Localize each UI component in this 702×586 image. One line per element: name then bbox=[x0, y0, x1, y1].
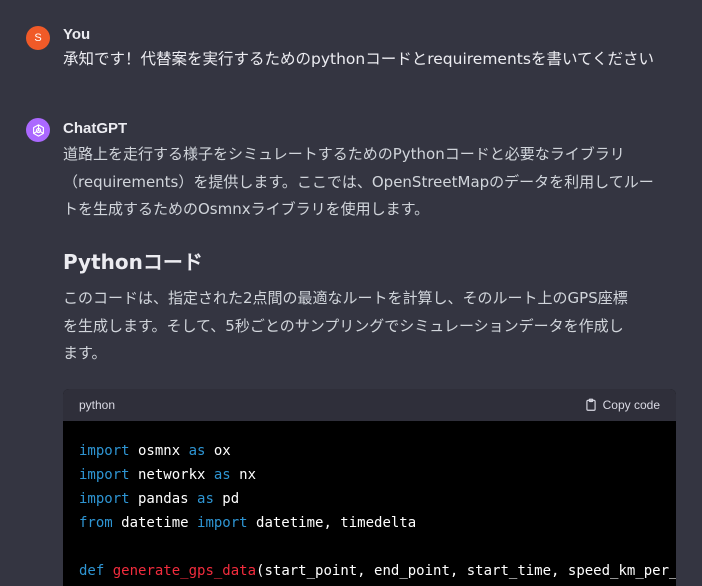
code-block-header: python Copy code bbox=[63, 389, 676, 421]
code-text: datetime, timedelta bbox=[247, 515, 417, 531]
code-keyword: import bbox=[197, 515, 248, 531]
chat-page: S You 承知です！代替案を実行するためのpythonコードとrequirem… bbox=[0, 0, 702, 586]
copy-code-button[interactable]: Copy code bbox=[584, 398, 660, 412]
code-keyword: import bbox=[79, 467, 130, 483]
openai-logo-icon bbox=[32, 123, 44, 137]
code-line: import pandas as pd bbox=[79, 487, 660, 511]
code-text: (start_point, end_point, start_time, spe… bbox=[256, 563, 676, 579]
assistant-intro-line: 道路上を走行する様子をシミュレートするためのPythonコードと必要なライブラリ bbox=[63, 145, 625, 163]
chatgpt-avatar bbox=[26, 118, 50, 142]
code-text: ox bbox=[205, 443, 231, 459]
code-line: import osmnx as ox bbox=[79, 439, 660, 463]
user-avatar: S bbox=[26, 26, 50, 50]
section-heading: Pythonコード bbox=[63, 250, 203, 274]
code-keyword: as bbox=[213, 467, 231, 483]
code-language-label: python bbox=[79, 398, 116, 412]
code-line: from datetime import datetime, timedelta bbox=[79, 511, 660, 535]
user-avatar-letter: S bbox=[34, 32, 42, 44]
code-keyword: import bbox=[79, 443, 130, 459]
code-keyword: import bbox=[79, 491, 130, 507]
code-text: pandas bbox=[129, 491, 198, 507]
code-keyword: from bbox=[79, 515, 113, 531]
code-keyword: as bbox=[188, 443, 206, 459]
copy-code-label: Copy code bbox=[602, 398, 660, 412]
code-text: networkx bbox=[129, 467, 214, 483]
assistant-description-paragraph: このコードは、指定された2点間の最適なルートを計算し、そのルート上のGPS座標 … bbox=[63, 285, 675, 368]
clipboard-icon bbox=[585, 398, 596, 411]
code-line: def generate_gps_data(start_point, end_p… bbox=[79, 559, 676, 583]
code-text: osmnx bbox=[129, 443, 189, 459]
code-body: import osmnx as ox import networkx as nx i… bbox=[63, 421, 676, 586]
assistant-description-line: このコードは、指定された2点間の最適なルートを計算し、そのルート上のGPS座標 bbox=[63, 289, 628, 307]
code-block: python Copy code import osmnx as ox impor… bbox=[63, 389, 676, 586]
code-function-name: generate_gps_data bbox=[112, 563, 257, 579]
code-text: datetime bbox=[112, 515, 198, 531]
code-line: import networkx as nx bbox=[79, 463, 660, 487]
assistant-intro-line: （requirements）を提供します。ここでは、OpenStreetMapの… bbox=[63, 172, 654, 191]
code-text: pd bbox=[213, 491, 240, 507]
assistant-intro-line: トを生成するためのOsmnxライブラリを使用します。 bbox=[63, 200, 430, 218]
assistant-author-name: ChatGPT bbox=[63, 120, 128, 137]
user-message-text: 承知です！代替案を実行するためのpythonコードとrequirementsを書… bbox=[63, 50, 655, 68]
code-keyword: as bbox=[197, 491, 214, 507]
assistant-intro-paragraph: 道路上を走行する様子をシミュレートするためのPythonコードと必要なライブラリ… bbox=[63, 141, 675, 224]
user-author-name: You bbox=[63, 26, 91, 43]
code-text: nx bbox=[230, 467, 257, 483]
code-keyword: def bbox=[79, 563, 105, 579]
assistant-description-line: を生成します。そして、5秒ごとのサンプリングでシミュレーションデータを作成し bbox=[63, 316, 624, 335]
assistant-description-line: ます。 bbox=[63, 344, 107, 362]
